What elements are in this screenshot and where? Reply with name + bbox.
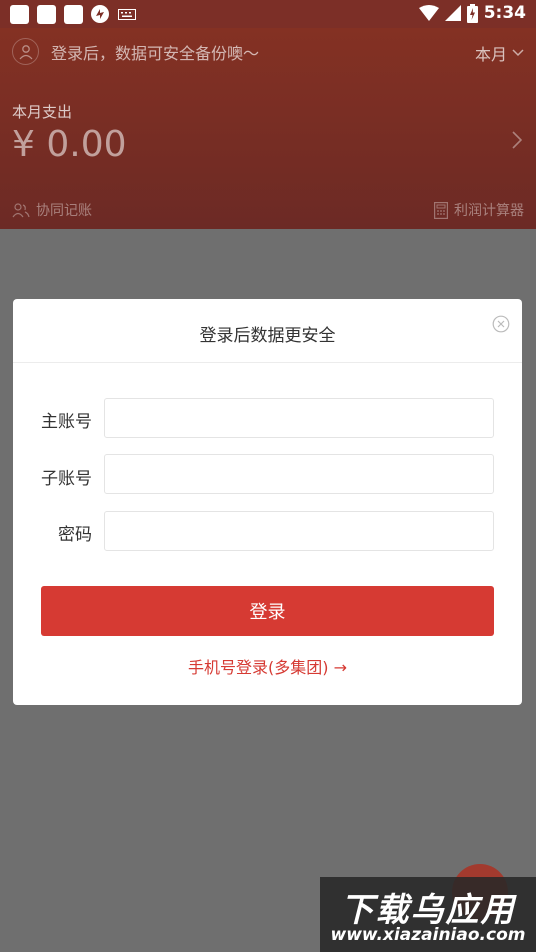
chevron-down-icon [512,49,524,57]
wifi-icon [418,5,439,21]
watermark-title: 下载乌应用 [340,890,516,929]
month-selector-label: 本月 [474,45,507,64]
sub-account-label: 子账号 [41,469,92,489]
battery-charging-icon [466,3,478,23]
login-hint[interactable]: 登录后，数据可安全备份噢～ [12,38,259,65]
profit-calculator-label: 利润计算器 [454,203,524,219]
password-input[interactable] [104,511,494,551]
sub-account-input[interactable] [104,454,494,494]
spend-label: 本月支出 [12,103,73,121]
collab-bookkeeping-button[interactable]: 协同记账 [12,200,92,220]
avatar [12,38,39,65]
notification-icon [64,5,83,24]
login-hint-text: 登录后，数据可安全备份噢～ [51,43,260,63]
profit-calculator-button[interactable]: 利润计算器 [434,200,524,220]
notification-icon [37,5,56,24]
users-icon [12,203,30,218]
spend-amount: ¥ 0.00 [12,124,127,165]
header-panel: 登录后，数据可安全备份噢～ 本月 本月支出 ¥ 0.00 协同记账 利润计算器 [0,28,536,229]
main-account-input[interactable] [104,398,494,438]
notification-icon [10,5,29,24]
chevron-right-icon[interactable] [512,131,522,149]
sync-icon [91,5,109,23]
calculator-icon [434,201,448,219]
watermark-url: www.xiazainiao.com [330,925,526,945]
login-button[interactable]: 登录 [41,586,494,636]
status-time: 5:34 [483,3,526,23]
keyboard-icon [118,9,136,20]
close-icon[interactable] [492,315,510,333]
signal-icon [444,5,461,21]
status-bar: 5:34 [0,0,536,28]
divider [13,362,522,363]
main-account-label: 主账号 [41,412,92,432]
dialog-title: 登录后数据更安全 [199,326,336,346]
login-dialog: 登录后数据更安全 主账号 子账号 密码 登录 手机号登录(多集团) → [13,299,522,705]
user-icon [19,44,32,59]
watermark: 下载乌应用 www.xiazainiao.com [320,877,536,952]
collab-bookkeeping-label: 协同记账 [36,203,92,219]
password-label: 密码 [58,525,92,545]
month-selector[interactable]: 本月 [475,41,524,65]
phone-login-link[interactable]: 手机号登录(多集团) → [13,654,522,678]
